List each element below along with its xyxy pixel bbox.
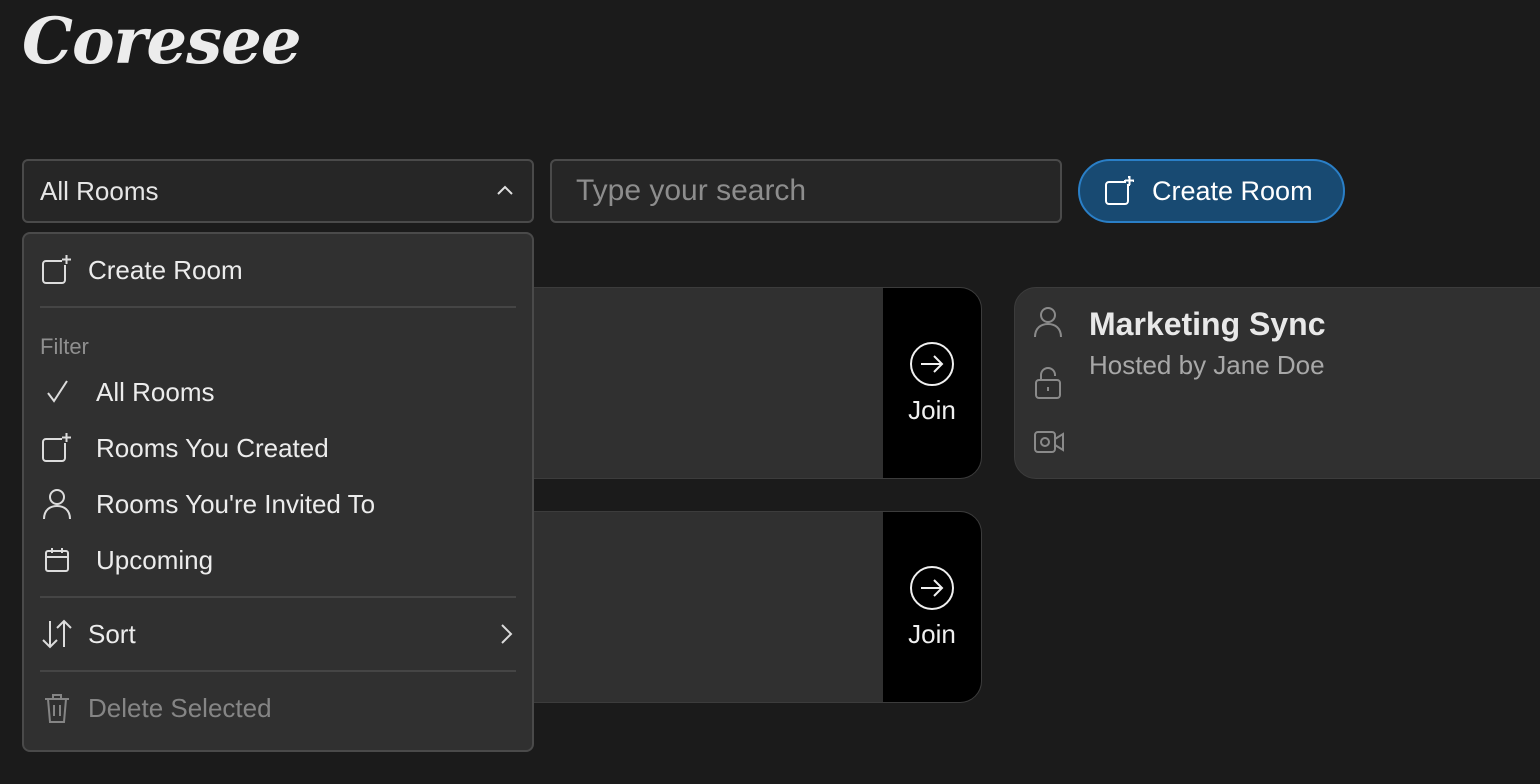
filter-heading: Filter <box>40 334 89 359</box>
chevron-right-icon <box>496 622 516 646</box>
room-filter-value: All Rooms <box>40 175 159 206</box>
lock-icon <box>1033 366 1065 400</box>
create-room-icon <box>40 431 74 465</box>
menu-create-room-label: Create Room <box>88 254 243 285</box>
join-arrow-icon <box>909 565 955 611</box>
room-title: Marketing Sync <box>1089 306 1326 342</box>
room-filter-dropdown-menu: Create Room Filter All Rooms Rooms You C… <box>22 232 534 752</box>
create-room-icon <box>1104 175 1136 207</box>
room-card[interactable]: Marketing Sync Hosted by Jane Doe <box>1014 287 1540 479</box>
filter-upcoming-label: Upcoming <box>96 544 214 575</box>
filter-rooms-you-created-label: Rooms You Created <box>96 432 329 463</box>
menu-delete-selected[interactable]: Delete Selected <box>40 672 516 744</box>
create-room-label: Create Room <box>1152 175 1313 206</box>
create-room-icon <box>40 253 74 287</box>
room-host: Hosted by Jane Doe <box>1089 350 1325 380</box>
search-input[interactable] <box>550 159 1062 223</box>
check-icon <box>40 375 74 409</box>
video-camera-icon <box>1033 428 1065 456</box>
menu-sort[interactable]: Sort <box>40 598 516 670</box>
filter-rooms-invited-to[interactable]: Rooms You're Invited To <box>40 476 516 532</box>
calendar-icon <box>40 543 74 577</box>
person-icon <box>1033 306 1065 338</box>
chevron-up-icon <box>494 180 516 202</box>
join-button[interactable]: Join <box>883 512 981 702</box>
filter-rooms-you-created[interactable]: Rooms You Created <box>40 420 516 476</box>
filter-all-rooms-label: All Rooms <box>96 376 215 407</box>
filter-rooms-invited-to-label: Rooms You're Invited To <box>96 488 376 519</box>
create-room-button[interactable]: Create Room <box>1078 159 1345 223</box>
room-filter-select[interactable]: All Rooms <box>22 159 534 223</box>
person-icon <box>40 487 74 521</box>
join-arrow-icon <box>909 341 955 387</box>
join-button[interactable]: Join <box>883 288 981 478</box>
menu-sort-label: Sort <box>88 618 136 649</box>
menu-create-room[interactable]: Create Room <box>40 234 516 306</box>
join-label: Join <box>908 618 956 649</box>
menu-delete-selected-label: Delete Selected <box>88 692 272 723</box>
sort-arrows-icon <box>40 617 74 651</box>
join-label: Join <box>908 394 956 425</box>
filter-upcoming[interactable]: Upcoming <box>40 532 516 588</box>
filter-all-rooms[interactable]: All Rooms <box>40 364 516 420</box>
room-card: Join <box>500 511 982 703</box>
app-logo: Coresee <box>22 4 302 79</box>
trash-icon <box>40 691 74 725</box>
room-card: Join <box>500 287 982 479</box>
